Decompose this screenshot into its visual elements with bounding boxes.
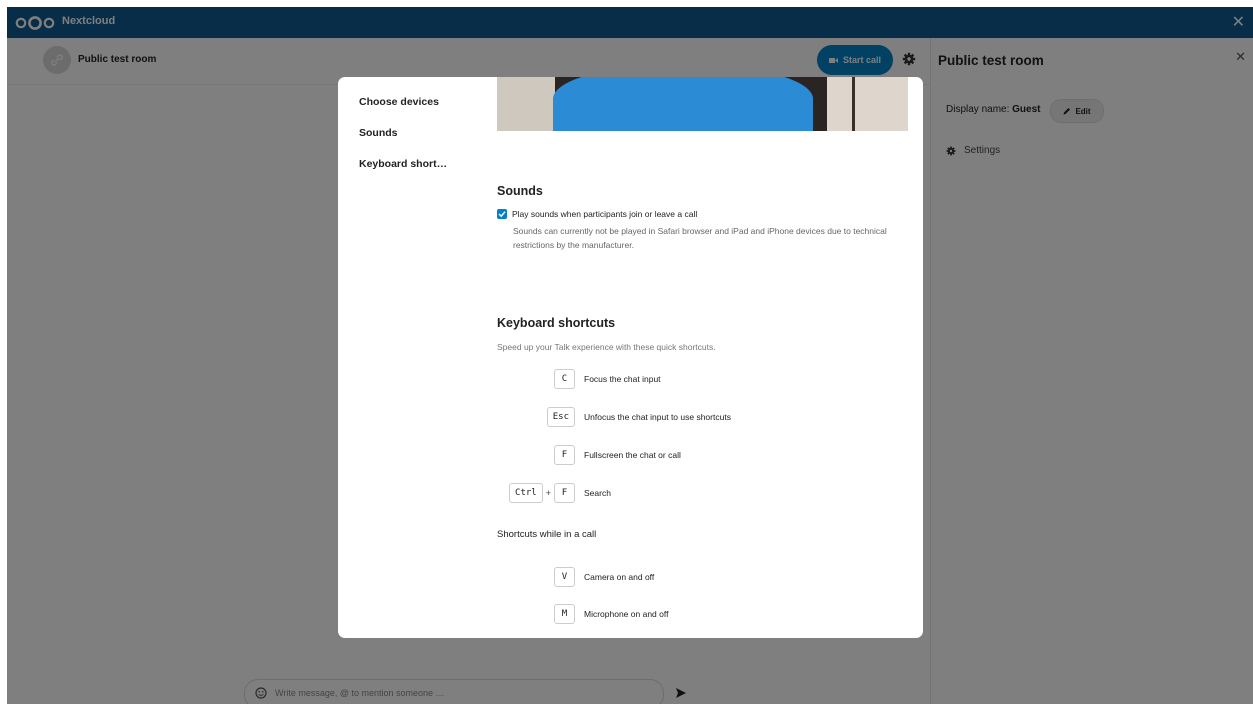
shortcut-description: Unfocus the chat input to use shortcuts bbox=[584, 412, 731, 422]
keyboard-shortcuts-heading: Keyboard shortcuts bbox=[497, 316, 616, 330]
shortcut-key: Ctrl bbox=[509, 483, 543, 503]
shortcut-key: Esc bbox=[546, 407, 575, 427]
shortcut-description: Search bbox=[584, 488, 611, 498]
settings-modal: Choose devices Sounds Keyboard short… So… bbox=[338, 77, 923, 638]
shortcut-description: Focus the chat input bbox=[584, 374, 661, 384]
shortcut-description: Microphone on and off bbox=[584, 609, 669, 619]
shortcut-key: F bbox=[554, 445, 575, 465]
shortcut-description: Camera on and off bbox=[584, 572, 655, 582]
shortcut-row: Esc Unfocus the chat input to use shortc… bbox=[497, 407, 908, 429]
call-shortcuts-heading: Shortcuts while in a call bbox=[497, 529, 597, 540]
shortcut-description: Fullscreen the chat or call bbox=[584, 450, 681, 460]
nav-keyboard-shortcuts[interactable]: Keyboard short… bbox=[359, 156, 479, 187]
nav-choose-devices[interactable]: Choose devices bbox=[359, 94, 479, 125]
checkbox-checked-icon bbox=[497, 209, 507, 219]
shortcut-row: C Focus the chat input bbox=[497, 369, 908, 391]
sounds-heading: Sounds bbox=[497, 184, 543, 198]
shortcut-row: Ctrl + F Search bbox=[497, 483, 908, 505]
sounds-note: Sounds can currently not be played in Sa… bbox=[513, 226, 887, 250]
shortcut-row: V Camera on and off bbox=[497, 567, 908, 589]
shortcut-key: F bbox=[554, 483, 575, 503]
nav-sounds[interactable]: Sounds bbox=[359, 125, 479, 156]
shortcut-row: F Fullscreen the chat or call bbox=[497, 445, 908, 467]
shortcut-row: M Microphone on and off bbox=[497, 604, 908, 626]
shortcut-joiner: + bbox=[545, 488, 551, 498]
play-sounds-checkbox[interactable]: Play sounds when participants join or le… bbox=[497, 209, 697, 219]
app-window: Nextcloud ✕ Public test room Start call bbox=[7, 7, 1253, 704]
settings-content: Sounds Play sounds when participants joi… bbox=[497, 77, 912, 638]
play-sounds-label: Play sounds when participants join or le… bbox=[512, 209, 698, 219]
shortcut-key: M bbox=[554, 604, 575, 624]
settings-nav: Choose devices Sounds Keyboard short… bbox=[359, 94, 479, 187]
shortcut-key: C bbox=[554, 369, 575, 389]
keyboard-shortcuts-description: Speed up your Talk experience with these… bbox=[497, 342, 716, 352]
camera-preview bbox=[497, 77, 908, 131]
shortcut-key: V bbox=[554, 567, 575, 587]
